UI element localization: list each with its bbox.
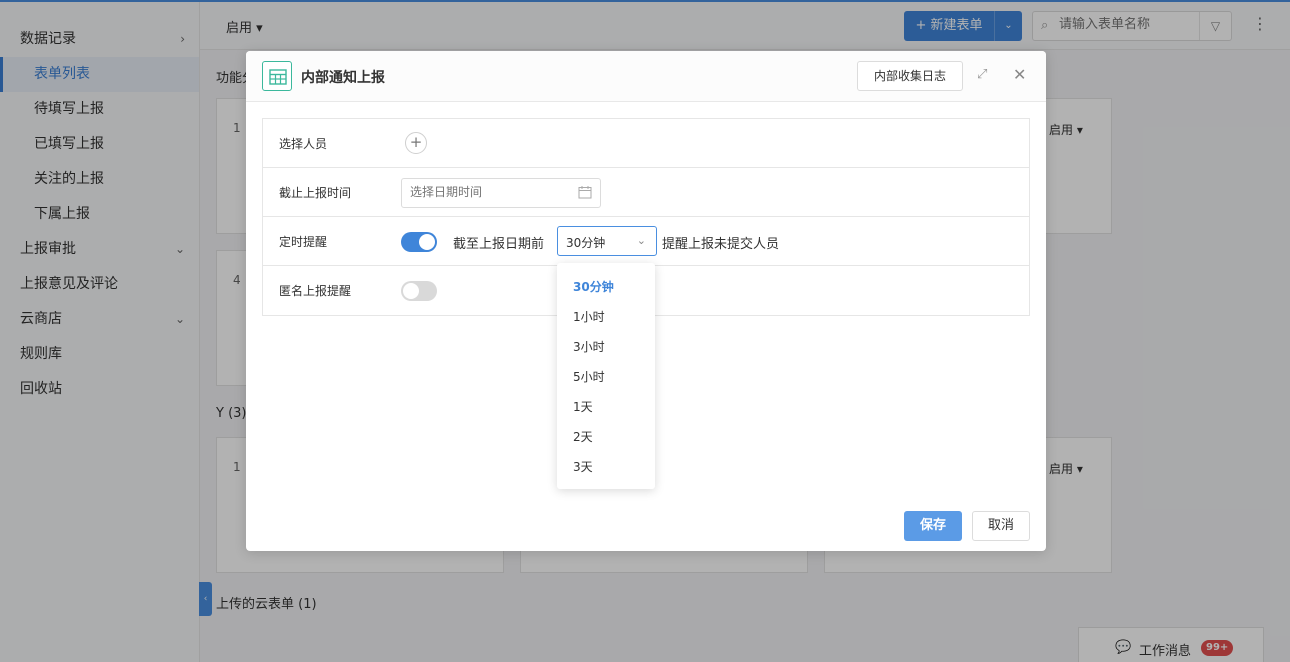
reminder-time-dropdown: 30分钟 1小时 3小时 5小时 1天 2天 3天 — [557, 263, 655, 489]
chevron-down-icon: ⌄ — [636, 234, 646, 247]
modal-title: 内部通知上报 — [301, 70, 385, 86]
select-person-row: 选择人员 + — [263, 119, 1029, 168]
reminder-prefix-text: 截至上报日期前 — [453, 237, 545, 252]
add-person-icon[interactable]: + — [405, 132, 427, 154]
dropdown-option[interactable]: 1小时 — [573, 308, 605, 325]
anonymous-reminder-toggle[interactable] — [401, 281, 437, 301]
collection-log-button[interactable]: 内部收集日志 — [857, 61, 963, 91]
row-label: 截止上报时间 — [279, 186, 352, 200]
dropdown-option[interactable]: 3天 — [573, 458, 593, 475]
expand-icon[interactable]: ⤢ — [977, 67, 987, 82]
toggle-knob — [419, 234, 435, 250]
selected-value: 30分钟 — [566, 236, 606, 250]
dropdown-option[interactable]: 30分钟 — [573, 278, 614, 295]
deadline-datetime-picker[interactable] — [401, 178, 601, 208]
deadline-input[interactable] — [410, 185, 560, 199]
dropdown-option[interactable]: 1天 — [573, 398, 593, 415]
cancel-button[interactable]: 取消 — [972, 511, 1030, 541]
calendar-icon — [578, 186, 592, 199]
table-icon — [262, 61, 292, 91]
timed-reminder-row: 定时提醒 截至上报日期前 30分钟 ⌄ 提醒上报未提交人员 — [263, 217, 1029, 266]
close-icon[interactable]: ✕ — [1013, 65, 1026, 84]
reminder-suffix-text: 提醒上报未提交人员 — [662, 237, 780, 252]
timed-reminder-toggle[interactable] — [401, 232, 437, 252]
dropdown-option[interactable]: 5小时 — [573, 368, 605, 385]
row-label: 定时提醒 — [279, 235, 328, 249]
reminder-time-select[interactable]: 30分钟 ⌄ — [557, 226, 657, 256]
deadline-row: 截止上报时间 — [263, 168, 1029, 217]
row-label: 匿名上报提醒 — [279, 284, 352, 298]
row-label: 选择人员 — [279, 137, 328, 151]
save-button[interactable]: 保存 — [904, 511, 962, 541]
modal-header: 内部通知上报 内部收集日志 ⤢ ✕ — [246, 51, 1046, 102]
dropdown-option[interactable]: 2天 — [573, 428, 593, 445]
toggle-knob — [403, 283, 419, 299]
dropdown-option[interactable]: 3小时 — [573, 338, 605, 355]
